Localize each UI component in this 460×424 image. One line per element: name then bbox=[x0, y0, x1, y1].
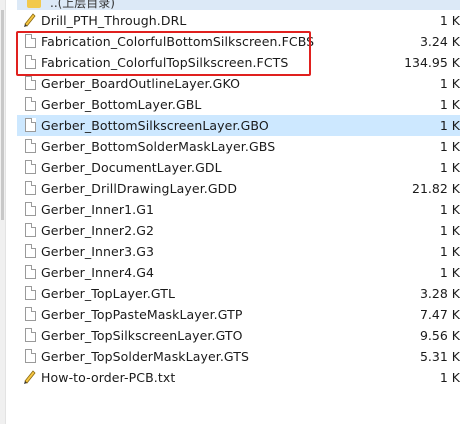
file-row[interactable]: Gerber_Inner4.G4 1 K bbox=[17, 262, 460, 283]
file-size: 1 K bbox=[439, 223, 460, 238]
file-size: 9.56 K bbox=[419, 328, 460, 343]
file-name: Gerber_TopLayer.GTL bbox=[41, 286, 176, 301]
file-icon bbox=[25, 181, 36, 195]
file-row[interactable]: Gerber_BottomSolderMaskLayer.GBS 1 K bbox=[17, 136, 460, 157]
file-name: Gerber_Inner3.G3 bbox=[41, 244, 155, 259]
file-size: 1 K bbox=[439, 244, 460, 259]
file-name: Gerber_DrillDrawingLayer.GDD bbox=[41, 181, 238, 196]
file-icon bbox=[25, 223, 36, 237]
file-name: Gerber_TopPasteMaskLayer.GTP bbox=[41, 307, 243, 322]
file-row[interactable]: Gerber_Inner3.G3 1 K bbox=[17, 241, 460, 262]
file-name: Gerber_TopSolderMaskLayer.GTS bbox=[41, 349, 250, 364]
file-size: 1 K bbox=[439, 118, 460, 133]
file-row-selected[interactable]: Gerber_BottomSilkscreenLayer.GBO 1 K bbox=[17, 115, 460, 136]
file-row[interactable]: Drill_PTH_Through.DRL 1 K bbox=[17, 10, 460, 31]
file-icon bbox=[25, 307, 36, 321]
file-icon bbox=[25, 97, 36, 111]
file-name: Gerber_Inner4.G4 bbox=[41, 265, 155, 280]
file-size: 1 K bbox=[439, 160, 460, 175]
file-name: Fabrication_ColorfulTopSilkscreen.FCTS bbox=[41, 55, 289, 70]
file-name: Gerber_BottomSolderMaskLayer.GBS bbox=[41, 139, 276, 154]
file-icon bbox=[25, 202, 36, 216]
file-row[interactable]: Gerber_Inner1.G1 1 K bbox=[17, 199, 460, 220]
file-icon bbox=[25, 76, 36, 90]
file-icon bbox=[25, 160, 36, 174]
pen-edit-icon bbox=[24, 13, 36, 27]
file-size: 3.24 K bbox=[419, 34, 460, 49]
file-row[interactable]: Gerber_BottomLayer.GBL 1 K bbox=[17, 94, 460, 115]
file-icon bbox=[25, 265, 36, 279]
file-size: 1 K bbox=[439, 265, 460, 280]
file-row[interactable]: Fabrication_ColorfulBottomSilkscreen.FCB… bbox=[17, 31, 460, 52]
file-name: Fabrication_ColorfulBottomSilkscreen.FCB… bbox=[41, 34, 315, 49]
file-row[interactable]: Gerber_BoardOutlineLayer.GKO 1 K bbox=[17, 73, 460, 94]
file-name: Drill_PTH_Through.DRL bbox=[41, 13, 187, 28]
parent-folder-row[interactable]: ..(上层目录) bbox=[17, 0, 460, 10]
file-size: 1 K bbox=[439, 202, 460, 217]
scrollbar-handle[interactable] bbox=[1, 10, 4, 220]
file-name: Gerber_Inner1.G1 bbox=[41, 202, 155, 217]
folder-icon bbox=[27, 0, 41, 8]
pen-edit-icon bbox=[24, 370, 36, 384]
file-size: 1 K bbox=[439, 13, 460, 28]
file-name: Gerber_BottomSilkscreenLayer.GBO bbox=[41, 118, 269, 133]
file-row[interactable]: Gerber_TopSilkscreenLayer.GTO 9.56 K bbox=[17, 325, 460, 346]
file-size: 1 K bbox=[439, 76, 460, 91]
file-row[interactable]: Gerber_DrillDrawingLayer.GDD 21.82 K bbox=[17, 178, 460, 199]
file-icon bbox=[25, 55, 36, 69]
file-row[interactable]: Gerber_TopSolderMaskLayer.GTS 5.31 K bbox=[17, 346, 460, 367]
file-icon bbox=[25, 349, 36, 363]
file-size: 3.28 K bbox=[419, 286, 460, 301]
file-name: Gerber_DocumentLayer.GDL bbox=[41, 160, 222, 175]
file-size: 7.47 K bbox=[419, 307, 460, 322]
file-list: Drill_PTH_Through.DRL 1 K Fabrication_Co… bbox=[17, 10, 460, 388]
parent-folder-label: ..(上层目录) bbox=[50, 0, 115, 10]
file-size: 1 K bbox=[439, 139, 460, 154]
file-row[interactable]: Gerber_TopLayer.GTL 3.28 K bbox=[17, 283, 460, 304]
file-row[interactable]: Gerber_DocumentLayer.GDL 1 K bbox=[17, 157, 460, 178]
file-icon bbox=[25, 118, 36, 132]
file-size: 5.31 K bbox=[419, 349, 460, 364]
file-row[interactable]: Gerber_TopPasteMaskLayer.GTP 7.47 K bbox=[17, 304, 460, 325]
left-pane-edge bbox=[0, 0, 6, 424]
file-name: Gerber_TopSilkscreenLayer.GTO bbox=[41, 328, 243, 343]
file-name: Gerber_BoardOutlineLayer.GKO bbox=[41, 76, 241, 91]
file-row[interactable]: How-to-order-PCB.txt 1 K bbox=[17, 367, 460, 388]
file-size: 1 K bbox=[439, 370, 460, 385]
file-row[interactable]: Fabrication_ColorfulTopSilkscreen.FCTS 1… bbox=[17, 52, 460, 73]
file-name: Gerber_BottomLayer.GBL bbox=[41, 97, 202, 112]
file-row[interactable]: Gerber_Inner2.G2 1 K bbox=[17, 220, 460, 241]
file-name: Gerber_Inner2.G2 bbox=[41, 223, 155, 238]
file-icon bbox=[25, 34, 36, 48]
file-size: 21.82 K bbox=[412, 181, 460, 196]
file-icon bbox=[25, 139, 36, 153]
file-size: 134.95 K bbox=[404, 55, 460, 70]
file-icon bbox=[25, 244, 36, 258]
file-icon bbox=[25, 328, 36, 342]
file-name: How-to-order-PCB.txt bbox=[41, 370, 176, 385]
file-icon bbox=[25, 286, 36, 300]
file-size: 1 K bbox=[439, 97, 460, 112]
